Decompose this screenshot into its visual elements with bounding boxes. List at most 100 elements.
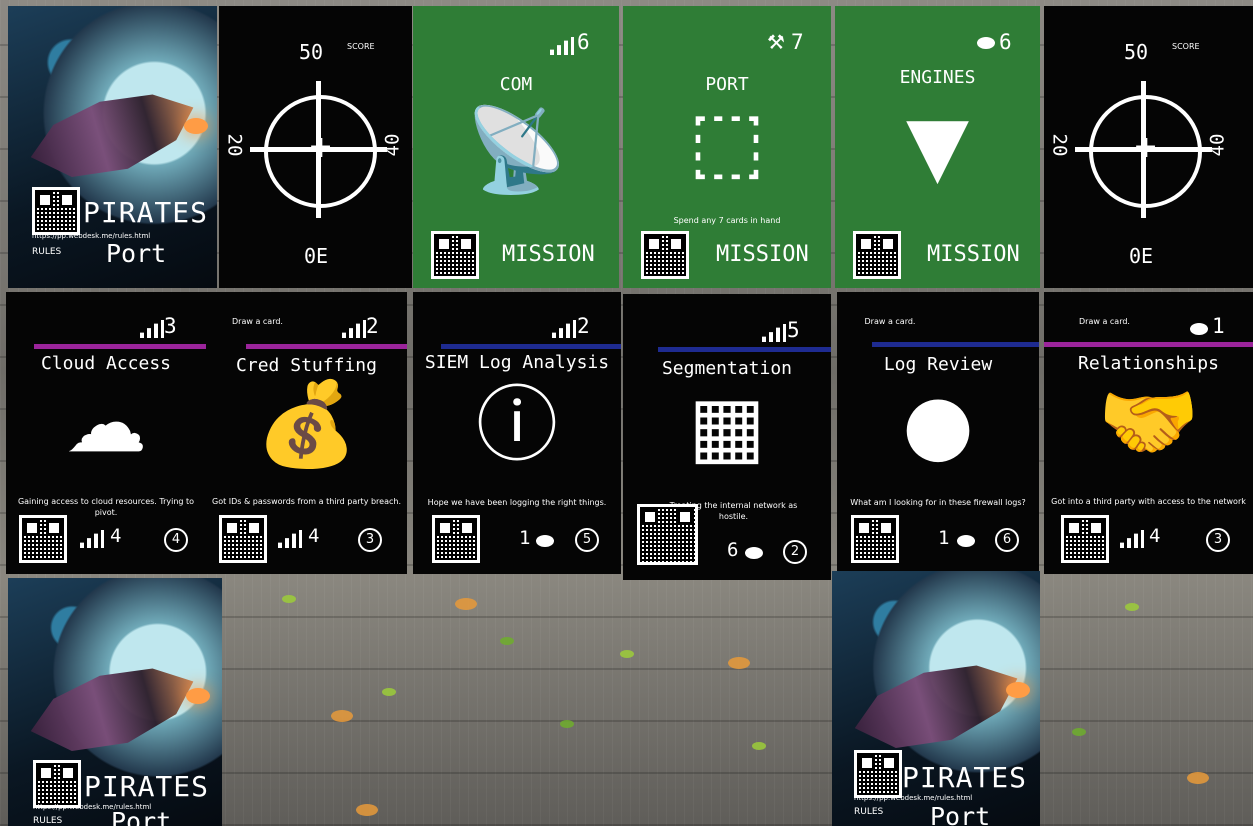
bottom-value: 1 [519, 527, 531, 549]
qr-code [1061, 515, 1109, 563]
mission-label: MISSION [927, 242, 1020, 267]
engine-glow [184, 118, 208, 134]
top-text: Draw a card. [1079, 317, 1130, 326]
pirate-ship-image [18, 66, 208, 204]
bottom-value: 6 [727, 539, 739, 561]
coin-icon [1190, 323, 1208, 335]
score-value-top: 50 [1124, 40, 1149, 64]
port-mission-card[interactable]: ⚒ 7 PORT ⬚ Spend any 7 cards in hand MIS… [623, 6, 831, 288]
engines-mission-card[interactable]: 6 ENGINES ▼ MISSION [835, 6, 1040, 288]
reader-icon: ● [902, 377, 974, 472]
signal-icon [550, 37, 574, 55]
card-value: 1 [1212, 314, 1225, 338]
top-text: Draw a card. [232, 317, 283, 326]
pirate-ship-image [18, 640, 208, 778]
pirates-title: PIRATES [902, 761, 1028, 794]
card-color-bar [34, 344, 206, 349]
signal-icon [762, 324, 786, 342]
card-title: Segmentation [661, 358, 793, 379]
pirates-card-bottom-left[interactable]: PIRATES https://pp.webdesk.me/rules.html… [8, 578, 222, 826]
score-bottom: 0E [304, 244, 329, 268]
cloud-access-card[interactable]: 3 Cloud Access ☁ Gaining access to cloud… [6, 292, 206, 574]
score-left: 20 [1048, 133, 1071, 157]
signal-icon [80, 530, 104, 548]
card-title: Cloud Access [40, 353, 172, 374]
card-color-bar [658, 347, 831, 352]
score-card-right[interactable]: 50 SCORE + 20 40 0E [1044, 6, 1253, 288]
card-value: 5 [787, 318, 800, 342]
card-value: 2 [577, 314, 590, 338]
bottom-value: 1 [938, 527, 950, 549]
location-label: Port [106, 239, 167, 268]
round-value: 3 [1206, 528, 1230, 552]
siem-log-card[interactable]: 2 SIEM Log Analysis ⓘ Hope we have been … [413, 292, 621, 574]
score-right: 40 [1206, 133, 1229, 157]
coin-icon [977, 37, 995, 49]
satellite-dish-icon: 📡 [464, 103, 568, 198]
score-label: SCORE [347, 42, 375, 51]
mission-label: MISSION [502, 242, 595, 267]
card-value: 2 [366, 314, 379, 338]
qr-code [32, 187, 80, 235]
handshake-icon: 🤝 [1097, 375, 1200, 470]
card-text: Hope we have been logging the right thin… [427, 498, 607, 507]
qr-code [851, 515, 899, 563]
relationships-card[interactable]: Draw a card. 1 Relationships 🤝 Got into … [1044, 292, 1253, 574]
cloud-download-icon: ☁ [65, 376, 147, 471]
port-door-icon: ⬚ [688, 94, 766, 189]
card-title: Log Review [883, 354, 993, 375]
com-value: 6 [577, 30, 590, 54]
target-center: + [308, 130, 334, 165]
score-label: SCORE [1172, 42, 1200, 51]
score-card[interactable]: 50 SCORE + 20 40 0E [219, 6, 412, 288]
qr-code [219, 515, 267, 563]
port-value: 7 [791, 30, 804, 54]
card-text: Got IDs & passwords from a third party b… [212, 497, 401, 506]
target-center: + [1133, 130, 1159, 165]
pirates-title: PIRATES [83, 196, 209, 229]
card-text: What am I looking for in these firewall … [850, 498, 1026, 507]
score-value-top: 50 [299, 40, 324, 64]
round-value: 5 [575, 528, 599, 552]
mission-label: MISSION [716, 242, 809, 267]
card-text: Gaining access to cloud resources. Tryin… [17, 497, 195, 517]
info-icon: ⓘ [475, 378, 558, 473]
cred-stuffing-card[interactable]: Draw a card. 2 Cred Stuffing 💰 Got IDs &… [206, 292, 407, 574]
qr-code [854, 750, 902, 798]
card-color-bar [441, 344, 621, 349]
wrench-icon: ⚒ [767, 30, 785, 54]
coin-icon [536, 535, 554, 547]
signal-icon [1120, 530, 1144, 548]
com-mission-card[interactable]: 6 COM 📡 MISSION [413, 6, 619, 288]
signal-icon [278, 530, 302, 548]
bottom-value: 4 [1149, 525, 1161, 547]
signal-icon [552, 320, 576, 338]
location-label: Port [111, 807, 172, 826]
card-color-bar [1044, 342, 1253, 347]
segmentation-card[interactable]: 5 Segmentation ▦ Treating the internal n… [623, 294, 831, 580]
castle-wall-icon: ▦ [688, 379, 766, 474]
engine-glow [186, 688, 210, 704]
pirates-card-top-left[interactable]: PIRATES https://pp.webdesk.me/rules.html… [8, 6, 217, 288]
round-value: 4 [164, 528, 188, 552]
top-text: Draw a card. [864, 317, 916, 326]
rules-url: https://pp.webdesk.me/rules.html [854, 794, 973, 802]
pirates-card-bottom-right[interactable]: PIRATES https://pp.webdesk.me/rules.html… [832, 571, 1040, 826]
score-bottom: 0E [1129, 244, 1154, 268]
card-color-bar [872, 342, 1039, 347]
coin-icon [957, 535, 975, 547]
coin-icon [745, 547, 763, 559]
qr-code [853, 231, 901, 279]
round-value: 3 [358, 528, 382, 552]
log-review-card[interactable]: Draw a card. Log Review ● What am I look… [837, 292, 1039, 574]
qr-code [19, 515, 67, 563]
card-title: Cred Stuffing [236, 355, 377, 376]
port-title: PORT [705, 74, 749, 95]
qr-code [641, 231, 689, 279]
card-title: Relationships [1078, 353, 1219, 374]
card-title: SIEM Log Analysis [424, 352, 610, 373]
rules-label: RULES [32, 247, 62, 257]
com-title: COM [499, 74, 533, 95]
bottom-value: 4 [110, 525, 122, 547]
money-bag-icon: 💰 [255, 377, 358, 472]
